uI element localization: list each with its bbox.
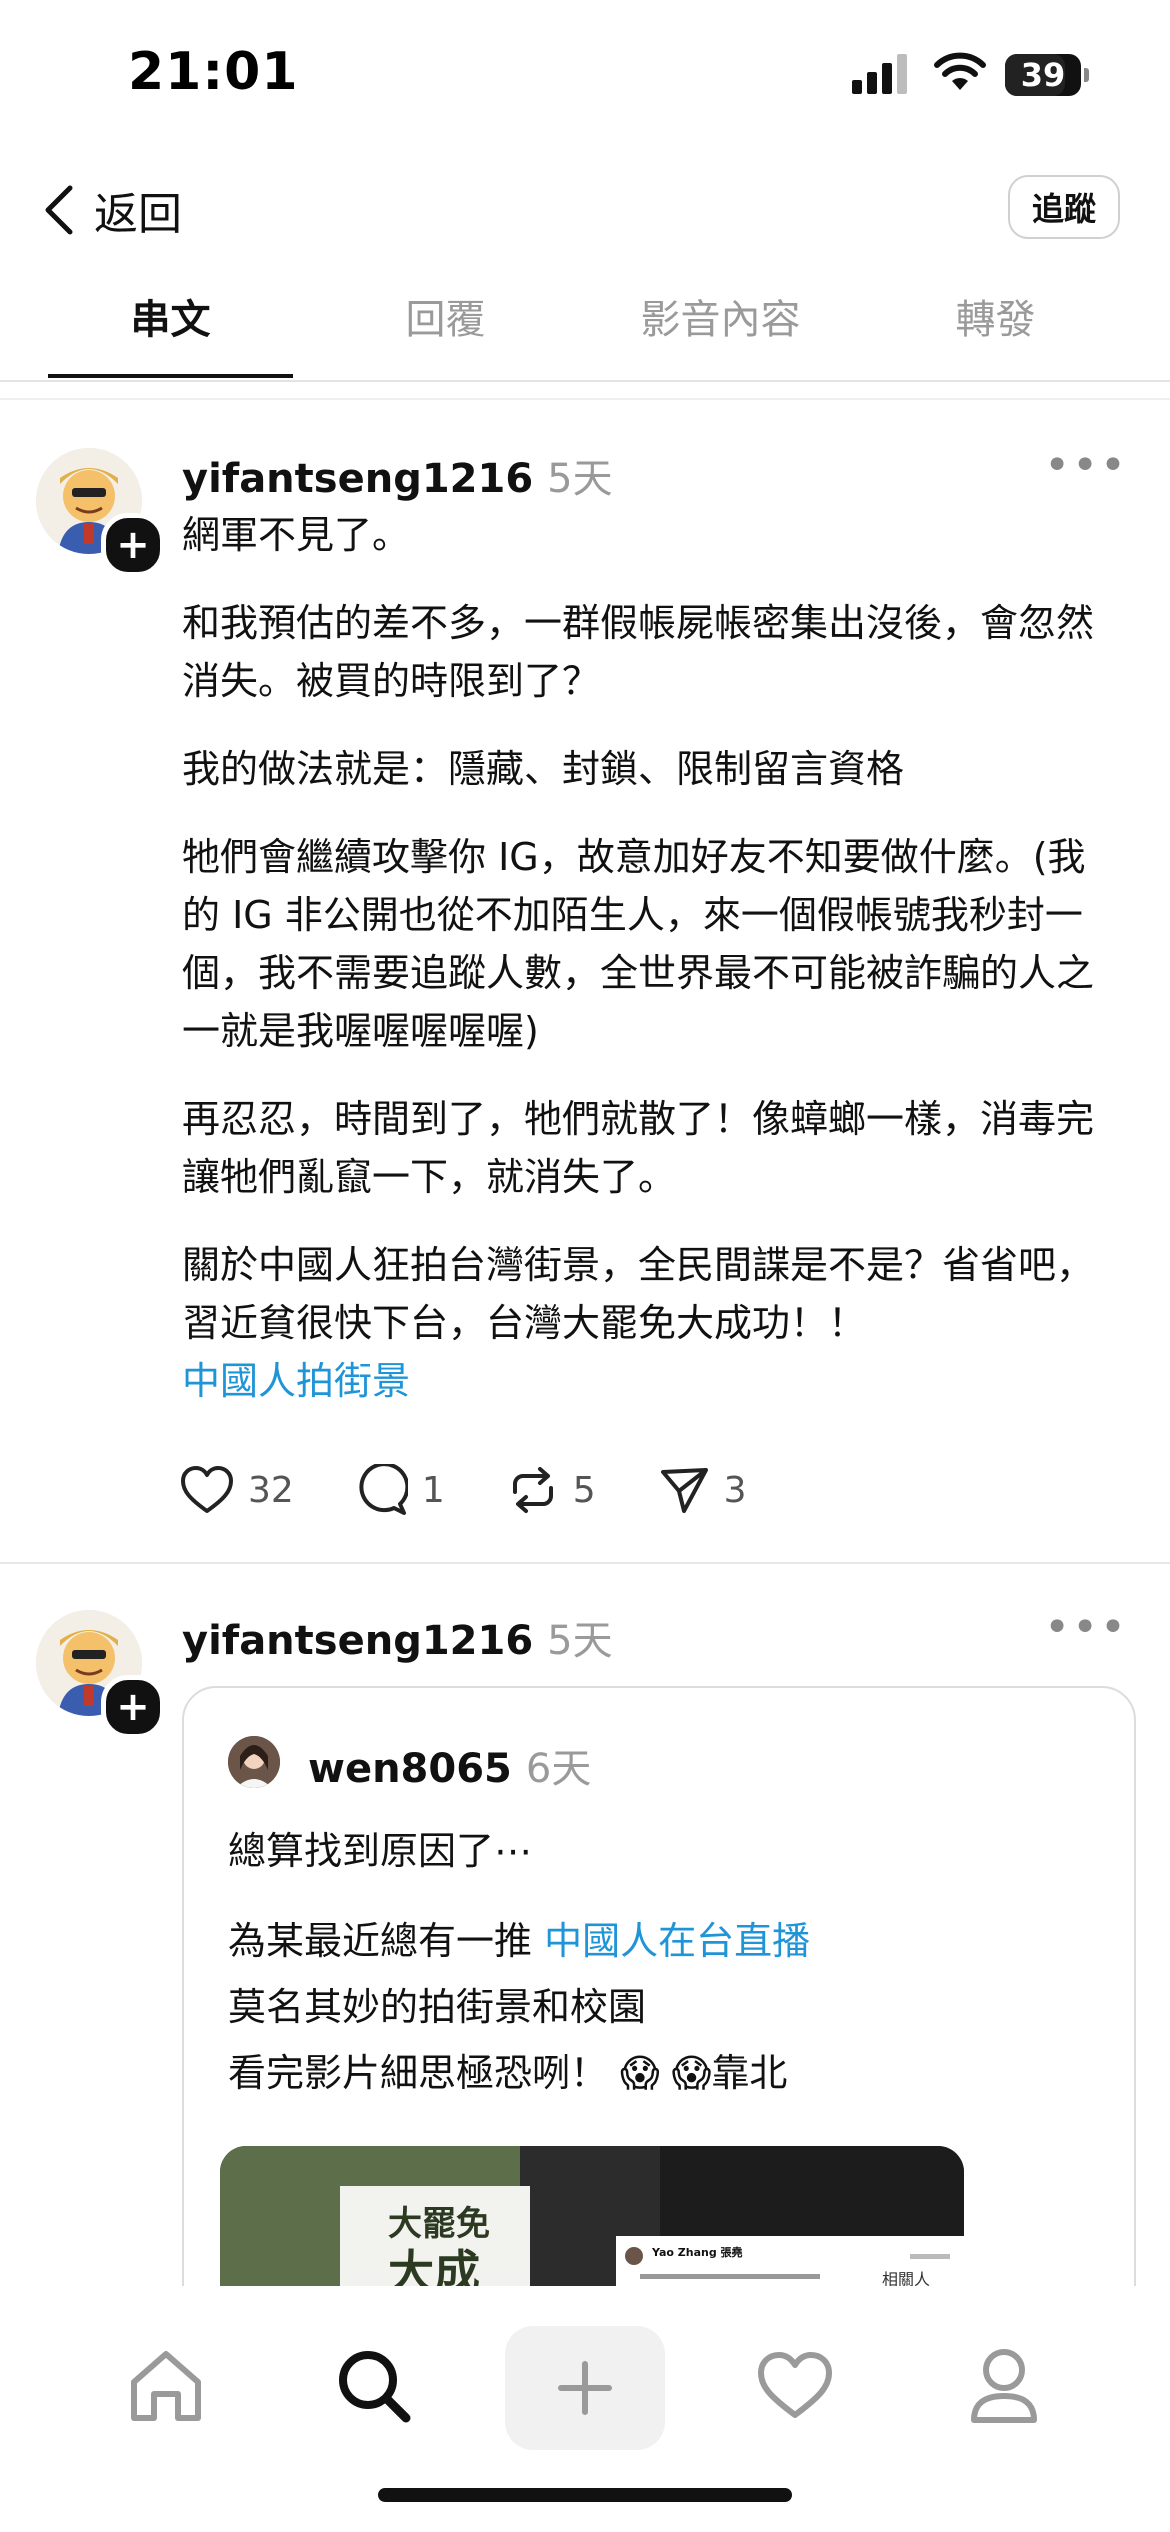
- profile-tab[interactable]: [944, 2326, 1064, 2446]
- home-icon: [131, 2351, 201, 2421]
- quoted-post[interactable]: wen8065 6天 總算找到原因了⋯ 為某最近總有一推 中國人在台直播 莫名其妙…: [182, 1686, 1136, 2390]
- post-time: 5天: [547, 1618, 613, 1664]
- profile-icon: [971, 2349, 1037, 2423]
- search-icon: [339, 2351, 411, 2423]
- quoted-username[interactable]: wen8065 6天: [308, 1736, 591, 1794]
- quoted-line: 為某最近總有一推 中國人在台直播: [228, 1919, 811, 1963]
- status-bar: 21:01 39: [0, 0, 1170, 150]
- follow-plus-icon[interactable]: +: [101, 1675, 165, 1739]
- more-options-icon[interactable]: •••: [1044, 1602, 1128, 1653]
- top-nav: 返回 追蹤: [0, 160, 1170, 260]
- tab-reposts[interactable]: 轉發: [873, 270, 1118, 380]
- post-paragraph: 關於中國人狂拍台灣街景，全民間諜是不是？省省吧，習近貧很快下台，台灣大罷免大成功…: [182, 1243, 1095, 1345]
- person-avatar-image: [228, 1736, 280, 1788]
- create-post-button[interactable]: [505, 2326, 665, 2450]
- share-button[interactable]: 3: [658, 1464, 747, 1516]
- divider: [0, 398, 1170, 400]
- repost-count: 5: [572, 1469, 596, 1511]
- back-button[interactable]: 返回: [42, 178, 182, 242]
- post-paragraph: 我的做法就是：隱藏、封鎖、限制留言資格: [182, 747, 905, 791]
- post-paragraph: 網軍不見了。: [182, 513, 411, 557]
- quoted-line: 總算找到原因了⋯: [228, 1829, 533, 1873]
- activity-tab[interactable]: [735, 2326, 855, 2446]
- hashtag-link[interactable]: 中國人在台直播: [544, 1919, 810, 1963]
- reply-count: 1: [421, 1469, 445, 1511]
- quoted-time: 6天: [525, 1746, 592, 1792]
- profile-tabs: 串文 回覆 影音內容 轉發: [0, 270, 1170, 382]
- more-options-icon[interactable]: •••: [1044, 440, 1128, 491]
- send-icon: [660, 1468, 708, 1513]
- post-username[interactable]: yifantseng1216 5天: [182, 1608, 613, 1666]
- battery-level: 39: [1020, 56, 1066, 94]
- wifi-icon: [934, 52, 986, 90]
- share-count: 3: [723, 1469, 747, 1511]
- cellular-signal-icon: [852, 54, 907, 94]
- repost-icon: [512, 1467, 553, 1513]
- plus-icon: [558, 2361, 612, 2415]
- back-label: 返回: [94, 189, 182, 240]
- follow-plus-icon[interactable]: +: [101, 513, 165, 577]
- comment-icon: [359, 1464, 408, 1515]
- post-actions: 32 1 5 3: [180, 1464, 809, 1516]
- heart-icon: [758, 2352, 832, 2418]
- post-paragraph: 牠們會繼續攻擊你 IG，故意加好友不知要做什麼。(我的 IG 非公開也從不加陌生…: [182, 835, 1095, 1053]
- quoted-line: 看完影片細思極恐咧！ 😱 😱靠北: [228, 2051, 788, 2095]
- post-paragraph: 再忍忍，時間到了，牠們就散了！像蟑螂一樣，消毒完讓牠們亂竄一下，就消失了。: [182, 1097, 1095, 1199]
- repost-button[interactable]: 5: [507, 1464, 596, 1516]
- heart-icon: [181, 1466, 233, 1513]
- reply-button[interactable]: 1: [356, 1464, 445, 1516]
- quoted-body: 總算找到原因了⋯ 為某最近總有一推 中國人在台直播 莫名其妙的拍街景和校園 看完…: [228, 1818, 1108, 2106]
- quoted-avatar[interactable]: [228, 1736, 280, 1788]
- tab-media[interactable]: 影音內容: [598, 270, 843, 380]
- chevron-left-icon: [45, 185, 73, 235]
- hashtag-link[interactable]: 中國人拍街景: [182, 1352, 1112, 1410]
- post-time: 5天: [547, 456, 613, 502]
- post-body: 網軍不見了。 和我預估的差不多，一群假帳屍帳密集出沒後，會忽然消失。被買的時限到…: [182, 506, 1112, 1410]
- post-paragraph: 和我預估的差不多，一群假帳屍帳密集出沒後，會忽然消失。被買的時限到了？: [182, 601, 1095, 703]
- active-tab-indicator: [48, 374, 293, 378]
- status-time: 21:01: [128, 42, 299, 102]
- scream-emoji: 😱 😱: [620, 2051, 712, 2095]
- search-tab[interactable]: [314, 2326, 434, 2446]
- video-tweet-name: Yao Zhang 張堯: [652, 2246, 743, 2259]
- follow-button[interactable]: 追蹤: [1008, 175, 1120, 239]
- post-username[interactable]: yifantseng1216 5天: [182, 446, 613, 504]
- home-tab[interactable]: [106, 2326, 226, 2446]
- home-indicator: [378, 2488, 792, 2502]
- battery-icon: 39: [1005, 54, 1089, 96]
- quoted-line: 莫名其妙的拍街景和校園: [228, 1985, 647, 2029]
- like-count: 32: [248, 1469, 294, 1511]
- tab-replies[interactable]: 回覆: [323, 270, 568, 380]
- tab-threads[interactable]: 串文: [48, 270, 293, 380]
- divider: [0, 1562, 1170, 1564]
- like-button[interactable]: 32: [180, 1465, 294, 1515]
